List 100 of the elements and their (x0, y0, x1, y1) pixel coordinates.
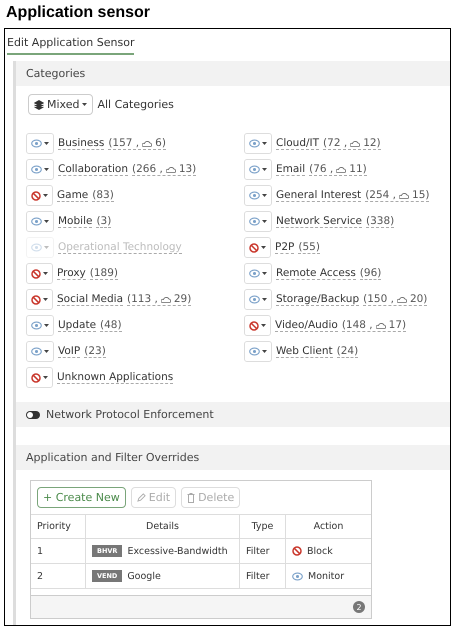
trash-icon (187, 492, 196, 502)
caret-icon (44, 220, 49, 223)
category-name: Social Media (57, 293, 124, 306)
category-count: (157 , 6) (108, 137, 166, 150)
action-dropdown[interactable] (26, 289, 53, 310)
action-dropdown[interactable] (244, 133, 272, 154)
action-dropdown[interactable] (26, 367, 53, 388)
action-dropdown[interactable] (244, 263, 272, 284)
category-count: (189) (90, 267, 118, 280)
eye-icon (249, 139, 260, 148)
category-name: Business (58, 137, 104, 150)
category-count: (113 , 29) (127, 293, 192, 306)
column-header: Type (239, 515, 285, 538)
action-dropdown[interactable] (26, 159, 54, 180)
category-name: P2P (275, 241, 294, 254)
section-title: Network Protocol Enforcement (46, 408, 214, 421)
action-dropdown[interactable] (26, 315, 54, 336)
block-icon (249, 242, 259, 252)
cloud-icon (396, 296, 407, 302)
category-count: (72 , 12) (323, 137, 381, 150)
caret-icon (262, 298, 267, 301)
eye-icon (31, 217, 42, 226)
layers-icon (34, 100, 44, 110)
block-icon (31, 372, 41, 382)
category-count: (24) (336, 345, 358, 358)
action-dropdown[interactable] (26, 185, 53, 206)
table-cell: Filter (239, 539, 285, 563)
eye-icon (249, 191, 260, 200)
caret-icon (262, 194, 267, 197)
action-dropdown[interactable] (244, 289, 272, 310)
category-name: Update (58, 319, 96, 332)
action-dropdown[interactable] (26, 133, 54, 154)
caret-icon (262, 220, 267, 223)
caret-icon (43, 298, 48, 301)
block-icon (31, 294, 41, 304)
action-dropdown[interactable] (244, 341, 272, 362)
caret-icon (44, 324, 49, 327)
cloud-icon (336, 166, 346, 172)
caret-icon (44, 246, 49, 249)
eye-icon (249, 295, 260, 304)
mixed-dropdown[interactable]: Mixed (28, 94, 94, 115)
action-dropdown[interactable] (244, 185, 272, 206)
table-cell: Google (127, 570, 161, 582)
caret-icon (261, 324, 266, 327)
caret-icon (43, 376, 48, 379)
caret-icon (262, 142, 267, 145)
category-count: (3) (96, 215, 112, 228)
category-name: Proxy (57, 267, 86, 280)
caret-icon (44, 142, 49, 145)
create-button[interactable]: + Create New (37, 487, 126, 508)
table-cell-text: 2 (36, 570, 44, 584)
action-dropdown[interactable] (244, 237, 271, 258)
category-name: Collaboration (58, 163, 128, 176)
eye-icon (249, 165, 260, 174)
category-name: General Interest (276, 189, 362, 202)
caret-icon (262, 350, 267, 353)
cloud-icon (142, 140, 152, 146)
category-count: (150 , 20) (363, 293, 428, 306)
category-name: Unknown Applications (57, 371, 174, 384)
cloud-icon (166, 166, 176, 172)
section-title: Application and Filter Overrides (26, 451, 200, 464)
category-count: (76 , 11) (309, 163, 367, 176)
category-count: (83) (92, 189, 114, 202)
editor-tab[interactable]: Edit Application Sensor (7, 35, 134, 55)
category-count: (48) (100, 319, 122, 332)
category-name: Game (57, 189, 88, 202)
action-dropdown[interactable] (26, 211, 54, 232)
category-name: Operational Technology (58, 241, 182, 254)
block-icon (31, 190, 41, 200)
pencil-icon (136, 493, 146, 502)
category-count: (148 , 17) (342, 319, 406, 332)
action-dropdown[interactable] (244, 315, 271, 336)
caret-icon (44, 350, 49, 353)
category-name: Mobile (58, 215, 92, 228)
action-dropdown[interactable] (244, 159, 272, 180)
caret-icon (262, 272, 267, 275)
eye-icon (249, 269, 260, 278)
action-dropdown[interactable] (26, 341, 54, 362)
toggle-switch[interactable] (26, 410, 40, 418)
column-header: Priority (36, 520, 72, 534)
category-count: (254 , 15) (365, 189, 430, 202)
table-cell: Excessive-Bandwidth (127, 546, 228, 556)
eye-icon (31, 165, 42, 174)
category-name: Remote Access (276, 267, 356, 280)
table-cell-text: 1 (36, 544, 44, 558)
block-icon (292, 546, 302, 556)
action-dropdown[interactable] (244, 211, 272, 232)
caret-icon (43, 194, 48, 197)
caret-icon (262, 168, 267, 171)
eye-icon (292, 572, 303, 580)
column-header: Action (285, 515, 371, 538)
block-icon (31, 268, 41, 278)
action-dropdown[interactable] (26, 263, 53, 284)
category-name: Network Service (276, 215, 362, 228)
caret-icon (82, 103, 88, 106)
section-title: Categories (26, 67, 86, 80)
cloud-icon (399, 192, 410, 198)
table-cell: Monitor (308, 570, 344, 582)
table-cell: Block (307, 546, 333, 556)
eye-icon (31, 139, 42, 148)
